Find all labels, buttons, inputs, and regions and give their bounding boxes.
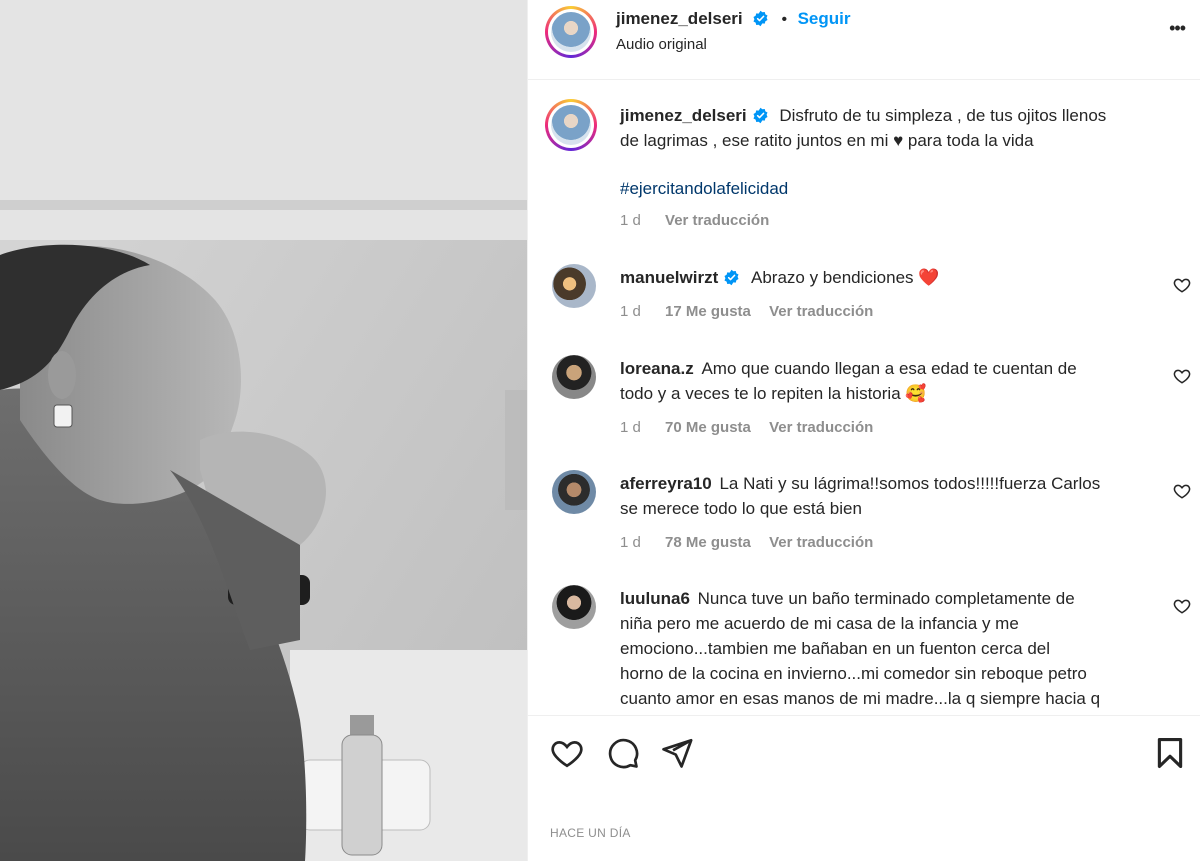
comment-likes[interactable]: 78 Me gusta bbox=[665, 534, 751, 551]
commenter-username[interactable]: loreana.z bbox=[620, 359, 694, 378]
commenter-avatar[interactable] bbox=[552, 264, 596, 308]
bookmark-icon[interactable] bbox=[1153, 736, 1187, 770]
caption-text-line1: Disfruto de tu simpleza , de tus ojitos … bbox=[779, 106, 1107, 125]
comment-like-heart-icon[interactable] bbox=[1173, 367, 1191, 385]
caption-time[interactable]: 1 d bbox=[620, 212, 641, 229]
comment-like-heart-icon[interactable] bbox=[1173, 482, 1191, 500]
comment-text: Abrazo y bendiciones ❤️ bbox=[750, 268, 940, 287]
verified-badge-icon bbox=[724, 269, 739, 286]
commenter-username[interactable]: luuluna6 bbox=[620, 589, 690, 608]
post-timestamp[interactable]: HACE UN DÍA bbox=[550, 826, 631, 840]
post-photo bbox=[0, 0, 527, 861]
caption-author-avatar[interactable] bbox=[545, 99, 597, 151]
comment-item: manuelwirzt Abrazo y bendiciones ❤️ 1 d … bbox=[528, 262, 1200, 332]
comment-likes[interactable]: 70 Me gusta bbox=[665, 419, 751, 436]
post-actions-bar: HACE UN DÍA bbox=[528, 715, 1200, 862]
send-icon[interactable] bbox=[660, 736, 694, 770]
comment-time[interactable]: 1 d bbox=[620, 303, 641, 320]
comment-translate-link[interactable]: Ver traducción bbox=[769, 419, 873, 436]
more-icon[interactable]: ••• bbox=[1169, 18, 1186, 39]
comment-text-line1: La Nati y su lágrima!!somos todos!!!!!fu… bbox=[719, 474, 1101, 493]
commenter-username[interactable]: manuelwirzt bbox=[620, 268, 718, 287]
commenter-avatar[interactable] bbox=[552, 470, 596, 514]
separator-dot: • bbox=[781, 11, 788, 28]
commenter-avatar[interactable] bbox=[552, 585, 596, 629]
caption-translate-link[interactable]: Ver traducción bbox=[665, 212, 769, 229]
post-media[interactable] bbox=[0, 0, 527, 861]
caption-text-line2: de lagrimas , ese ratito juntos en mi ♥ … bbox=[620, 131, 1034, 150]
verified-badge-icon bbox=[753, 107, 768, 124]
comment-item: loreana.z Amo que cuando llegan a esa ed… bbox=[528, 353, 1200, 453]
comment-translate-link[interactable]: Ver traducción bbox=[769, 303, 873, 320]
commenter-avatar[interactable] bbox=[552, 355, 596, 399]
comment-translate-link[interactable]: Ver traducción bbox=[769, 534, 873, 551]
commenter-username[interactable]: aferreyra10 bbox=[620, 474, 712, 493]
comment-like-heart-icon[interactable] bbox=[1173, 597, 1191, 615]
comment-text-line1: Amo que cuando llegan a esa edad te cuen… bbox=[701, 359, 1077, 378]
author-username[interactable]: jimenez_delseri bbox=[616, 9, 743, 28]
comment-text-line2: se merece todo lo que está bien bbox=[620, 499, 862, 518]
comment-likes[interactable]: 17 Me gusta bbox=[665, 303, 751, 320]
comment-like-heart-icon[interactable] bbox=[1173, 276, 1191, 294]
comment-text-line5: cuanto amor en esas manos de mi madre...… bbox=[620, 689, 1101, 708]
comment-text-line4: horno de la cocina en invierno...mi come… bbox=[620, 664, 1087, 683]
post-side-panel: jimenez_delseri • Seguir Audio original … bbox=[527, 0, 1200, 861]
audio-label[interactable]: Audio original bbox=[616, 36, 707, 53]
verified-badge-icon bbox=[753, 10, 768, 27]
heart-icon[interactable] bbox=[550, 736, 584, 770]
caption-username[interactable]: jimenez_delseri bbox=[620, 106, 747, 125]
comment-text-line2: niña pero me acuerdo de mi casa de la in… bbox=[620, 614, 1019, 633]
comment-text-line2: todo y a veces te lo repiten la historia… bbox=[620, 384, 927, 403]
hashtag-link[interactable]: #ejercitandolafelicidad bbox=[620, 176, 1180, 201]
comment-item: aferreyra10 La Nati y su lágrima!!somos … bbox=[528, 468, 1200, 568]
caption-block: jimenez_delseri Disfruto de tu simpleza … bbox=[528, 94, 1200, 244]
follow-button[interactable]: Seguir bbox=[798, 9, 851, 28]
comment-time[interactable]: 1 d bbox=[620, 419, 641, 436]
comment-icon[interactable] bbox=[606, 736, 640, 770]
comment-item: luuluna6 Nunca tuve un baño terminado co… bbox=[528, 583, 1200, 714]
comment-time[interactable]: 1 d bbox=[620, 534, 641, 551]
comment-text-line1: Nunca tuve un baño terminado completamen… bbox=[697, 589, 1075, 608]
author-avatar[interactable] bbox=[545, 6, 597, 58]
post-header: jimenez_delseri • Seguir Audio original … bbox=[528, 0, 1200, 80]
comment-text-line3: emociono...tambien me bañaban en un fuen… bbox=[620, 639, 1051, 658]
